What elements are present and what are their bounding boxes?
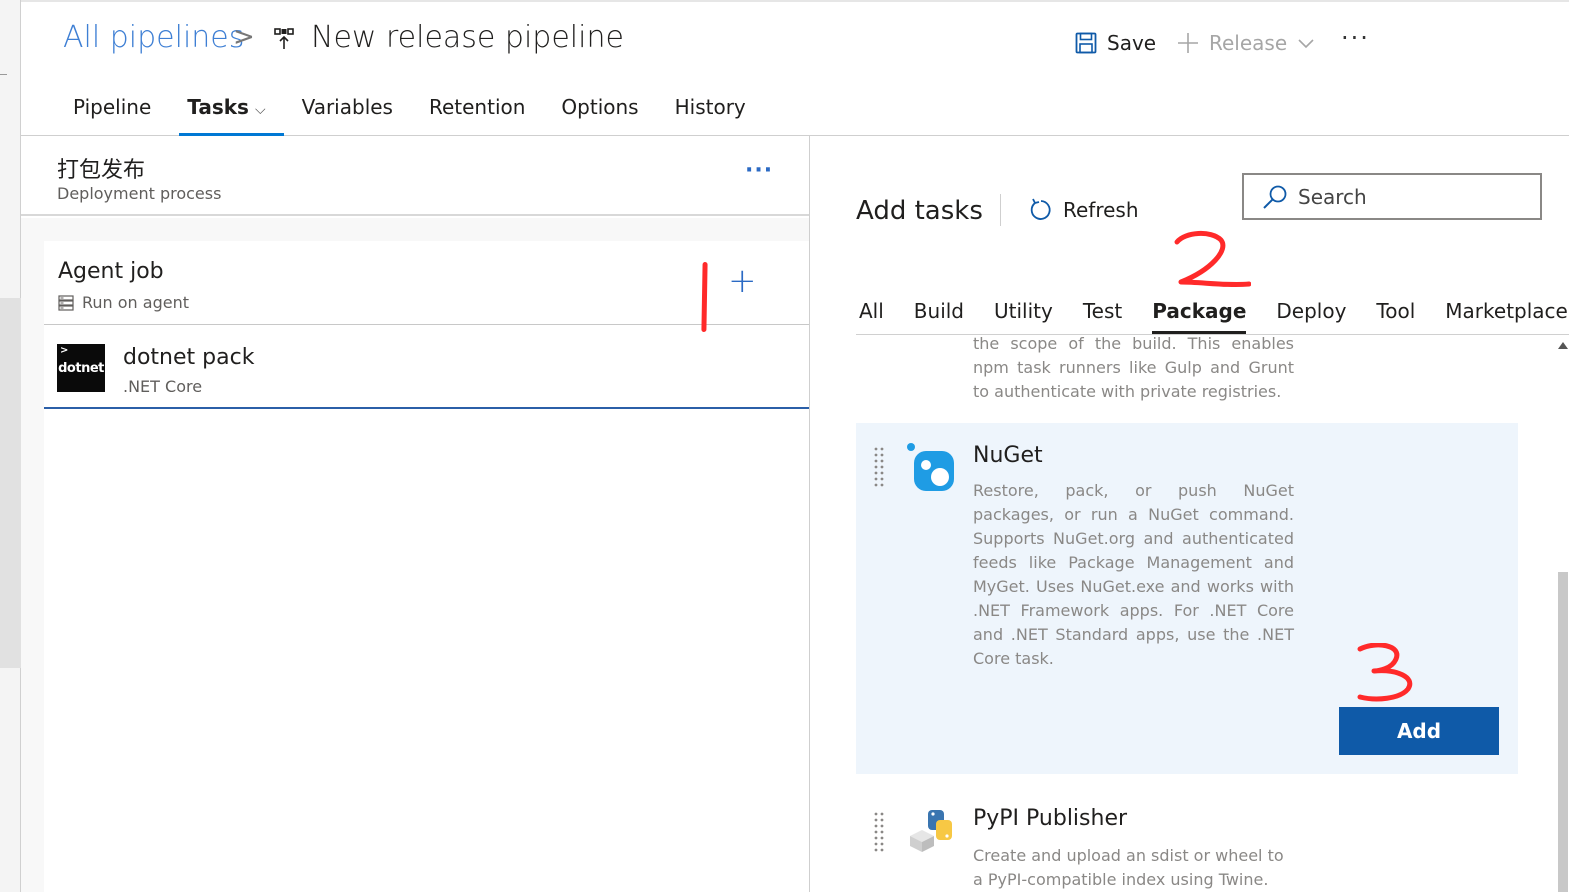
category-marketplace[interactable]: Marketplace — [1445, 296, 1568, 334]
dotnet-icon-text: dotnet — [58, 360, 104, 376]
annotation-mark-2 — [1174, 231, 1251, 288]
tab-label: Variables — [301, 95, 393, 119]
stage-more-button[interactable]: ··· — [745, 158, 773, 183]
search-box[interactable] — [1242, 173, 1542, 220]
category-label: Marketplace — [1445, 299, 1568, 323]
save-label: Save — [1107, 31, 1157, 55]
tab-options[interactable]: Options — [543, 92, 656, 136]
task-title: dotnet pack — [123, 345, 255, 370]
category-label: Test — [1082, 299, 1123, 323]
breadcrumb-separator: > — [233, 22, 255, 52]
strip-panel — [0, 298, 21, 668]
tab-label: History — [674, 95, 746, 119]
more-actions-button[interactable]: ··· — [1341, 24, 1370, 52]
previous-task-description: the scope of the build. This enables npm… — [973, 336, 1294, 401]
pipeline-tabs: Pipeline Tasks ⌵ Variables Retention Opti… — [55, 92, 764, 136]
task-row-dotnet-pack[interactable]: > dotnet dotnet pack .NET Core — [44, 325, 809, 409]
tab-label: Pipeline — [73, 95, 152, 119]
release-button[interactable]: Release — [1177, 28, 1315, 58]
pypi-icon — [910, 810, 952, 852]
stage-title: 打包发布 — [57, 158, 146, 183]
strip-tick — [0, 74, 7, 75]
task-category-tabs: All Build Utility Test Package Deploy To… — [859, 296, 1569, 334]
refresh-icon — [1030, 198, 1051, 220]
add-task-button[interactable]: + — [728, 261, 757, 301]
tab-label: Retention — [428, 95, 526, 119]
nuget-description: Restore, pack, or push NuGet packages, o… — [973, 481, 1294, 668]
divider — [1000, 194, 1001, 226]
nuget-icon — [907, 443, 954, 491]
refresh-label: Refresh — [1063, 198, 1139, 222]
tab-pipeline[interactable]: Pipeline — [55, 92, 169, 136]
category-label: Deploy — [1276, 299, 1347, 323]
category-build[interactable]: Build — [914, 296, 964, 334]
nuget-title: NuGet — [973, 443, 1043, 468]
save-icon — [1075, 32, 1097, 54]
stage-header[interactable]: 打包发布 Deployment process ··· — [21, 136, 809, 216]
task-list: the scope of the build. This enables npm… — [856, 336, 1521, 892]
search-icon — [1263, 185, 1287, 209]
app-root: All pipelines > New release pipeline Sav… — [0, 0, 1569, 892]
category-utility[interactable]: Utility — [994, 296, 1053, 334]
task-card-pypi-publisher[interactable]: PyPI Publisher Create and upload an sdis… — [856, 788, 1518, 892]
category-deploy[interactable]: Deploy — [1276, 296, 1346, 334]
category-label: All — [859, 299, 884, 323]
scroll-up-icon[interactable] — [1558, 342, 1568, 349]
add-nuget-button[interactable]: Add — [1339, 707, 1499, 755]
add-tasks-title: Add tasks — [856, 196, 983, 226]
task-card-nuget[interactable]: NuGet Restore, pack, or push NuGet packa… — [856, 423, 1518, 774]
chevron-down-icon: ⌵ — [254, 102, 266, 118]
stage-subtitle: Deployment process — [57, 184, 222, 203]
agent-job-subtitle: Run on agent — [82, 293, 189, 312]
category-label: Build — [913, 299, 965, 323]
agent-job-row[interactable]: Agent job Run on agent + — [44, 241, 809, 325]
scrollbar-thumb[interactable] — [1558, 572, 1568, 892]
category-label: Tool — [1376, 299, 1416, 323]
app-side-strip — [0, 0, 21, 892]
agent-job-title: Agent job — [58, 259, 164, 284]
annotation-mark-3 — [1357, 643, 1413, 702]
category-divider — [856, 334, 1569, 335]
search-input[interactable] — [1298, 184, 1518, 209]
save-button[interactable]: Save — [1075, 28, 1156, 58]
tab-retention[interactable]: Retention — [411, 92, 543, 136]
empty-task-area — [44, 409, 809, 892]
category-package[interactable]: Package — [1152, 296, 1247, 334]
deployment-process-panel: 打包发布 Deployment process ··· Agent job Ru… — [21, 136, 810, 892]
task-subtitle: .NET Core — [123, 377, 203, 396]
dotnet-icon: > dotnet — [57, 344, 105, 392]
pypi-title: PyPI Publisher — [973, 806, 1128, 831]
category-all[interactable]: All — [859, 296, 884, 334]
tab-label: Options — [561, 95, 639, 119]
add-tasks-panel: Add tasks Refresh All Build Utility Test — [811, 136, 1569, 892]
tab-history[interactable]: History — [657, 92, 764, 136]
dotnet-icon-caret: > — [60, 345, 68, 356]
tab-label: Tasks — [187, 95, 249, 119]
page-header: All pipelines > New release pipeline Sav… — [21, 0, 1569, 136]
category-test[interactable]: Test — [1083, 296, 1122, 334]
breadcrumb-all-pipelines[interactable]: All pipelines — [63, 20, 244, 55]
category-label: Package — [1152, 299, 1247, 323]
category-label: Utility — [994, 299, 1053, 323]
server-icon — [58, 295, 74, 311]
drag-handle-icon[interactable] — [874, 447, 884, 489]
tab-tasks[interactable]: Tasks ⌵ — [169, 92, 284, 136]
release-pipeline-icon — [274, 28, 294, 49]
chevron-down-icon — [1298, 39, 1314, 49]
plus-icon — [1178, 33, 1198, 53]
refresh-button[interactable]: Refresh — [1029, 198, 1139, 222]
page-title: New release pipeline — [311, 20, 624, 55]
release-label: Release — [1209, 31, 1288, 55]
pypi-description: Create and upload an sdist or wheel to a… — [973, 846, 1284, 889]
tab-variables[interactable]: Variables — [284, 92, 411, 136]
category-tool[interactable]: Tool — [1376, 296, 1415, 334]
drag-handle-icon[interactable] — [874, 812, 884, 854]
